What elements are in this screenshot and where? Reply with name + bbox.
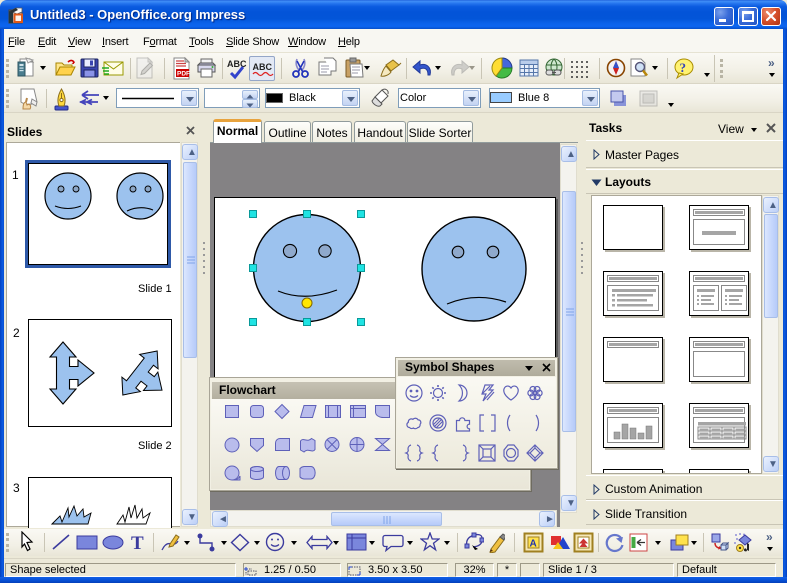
- svg-text:T: T: [131, 533, 144, 552]
- svg-text:ABC: ABC: [227, 59, 247, 69]
- svg-text:A: A: [530, 539, 537, 550]
- svg-text:?: ?: [680, 60, 687, 75]
- svg-text:ABC: ABC: [253, 62, 273, 72]
- svg-text:PDF: PDF: [177, 71, 190, 78]
